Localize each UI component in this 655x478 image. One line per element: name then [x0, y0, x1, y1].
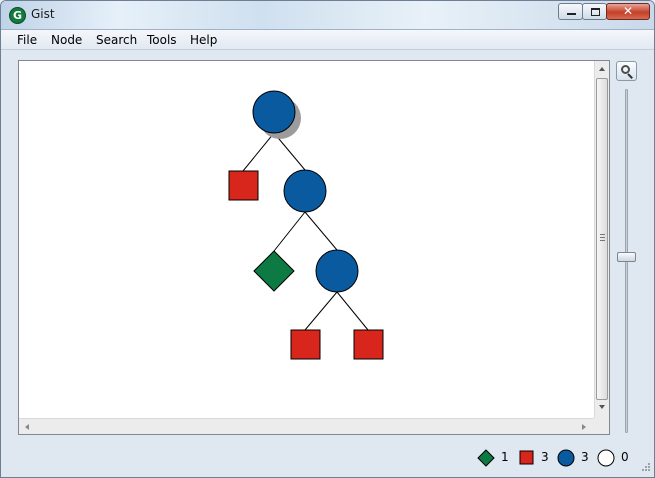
- solution-diamond-shape: [477, 449, 495, 467]
- tree-nodes: [228, 90, 384, 360]
- failures-count: 3: [541, 450, 549, 464]
- tree-node-failed[interactable]: [290, 329, 321, 360]
- title-bar[interactable]: G Gist ✕: [1, 1, 654, 30]
- tree-node-branch[interactable]: [283, 169, 327, 213]
- magnifier-handle-icon: [627, 73, 633, 79]
- gist-window: G Gist ✕ File Node Search Tools Help 1 3…: [0, 0, 655, 478]
- tree-node-solution[interactable]: [253, 250, 295, 292]
- minimize-icon: [567, 13, 576, 15]
- tree-node-branch[interactable]: [315, 249, 359, 293]
- scroll-grip-icon: [600, 234, 605, 241]
- gist-app-icon[interactable]: G: [9, 7, 26, 24]
- minimize-button[interactable]: [558, 3, 583, 20]
- menu-bar: File Node Search Tools Help: [1, 30, 654, 50]
- tree-edge: [304, 211, 338, 251]
- vertical-scrollbar[interactable]: [594, 61, 609, 418]
- tree-node-failed[interactable]: [353, 329, 384, 360]
- tree-canvas[interactable]: [18, 60, 610, 435]
- failure-square-shape: [519, 450, 534, 465]
- open-count: 0: [621, 450, 629, 464]
- menu-node[interactable]: Node: [49, 33, 84, 47]
- maximize-icon: [591, 8, 600, 16]
- scroll-up-arrow-icon[interactable]: [599, 67, 605, 71]
- tree-node-failed[interactable]: [228, 170, 259, 201]
- search-tree[interactable]: [19, 61, 594, 418]
- tree-edges: [242, 132, 369, 331]
- tree-edge: [273, 211, 306, 252]
- choice-circle-shape: [557, 449, 575, 467]
- menu-help[interactable]: Help: [188, 33, 219, 47]
- choice-circle-icon: [557, 449, 575, 467]
- menu-search[interactable]: Search: [94, 33, 139, 47]
- open-circle-shape: [597, 449, 615, 467]
- tree-node-branch[interactable]: [252, 90, 296, 134]
- close-button[interactable]: ✕: [606, 3, 650, 20]
- solution-diamond-icon: [477, 449, 495, 467]
- window-title: Gist: [31, 7, 55, 21]
- scroll-right-arrow-icon[interactable]: [582, 424, 586, 430]
- menu-tools[interactable]: Tools: [145, 33, 179, 47]
- maximize-button[interactable]: [582, 3, 607, 20]
- resize-grip-icon[interactable]: [639, 463, 651, 475]
- choices-count: 3: [581, 450, 589, 464]
- scroll-left-arrow-icon[interactable]: [25, 424, 29, 430]
- status-bar: 1 3 3 0: [1, 443, 654, 477]
- solutions-count: 1: [501, 450, 509, 464]
- tree-edge: [336, 291, 369, 331]
- app-icon-letter: G: [12, 9, 23, 22]
- scroll-down-arrow-icon[interactable]: [599, 405, 605, 409]
- client-area: 1 3 3 0: [1, 51, 654, 477]
- scroll-corner: [594, 418, 609, 434]
- tree-edge: [304, 291, 338, 331]
- zoom-button[interactable]: [616, 61, 637, 81]
- horizontal-scrollbar[interactable]: [19, 418, 594, 434]
- failure-square-icon: [519, 450, 534, 465]
- zoom-slider-thumb[interactable]: [617, 252, 636, 262]
- menu-file[interactable]: File: [15, 33, 39, 47]
- open-circle-icon: [597, 449, 615, 467]
- vertical-scroll-thumb[interactable]: [596, 78, 608, 400]
- tree-edge: [242, 132, 275, 172]
- close-icon: ✕: [622, 4, 634, 18]
